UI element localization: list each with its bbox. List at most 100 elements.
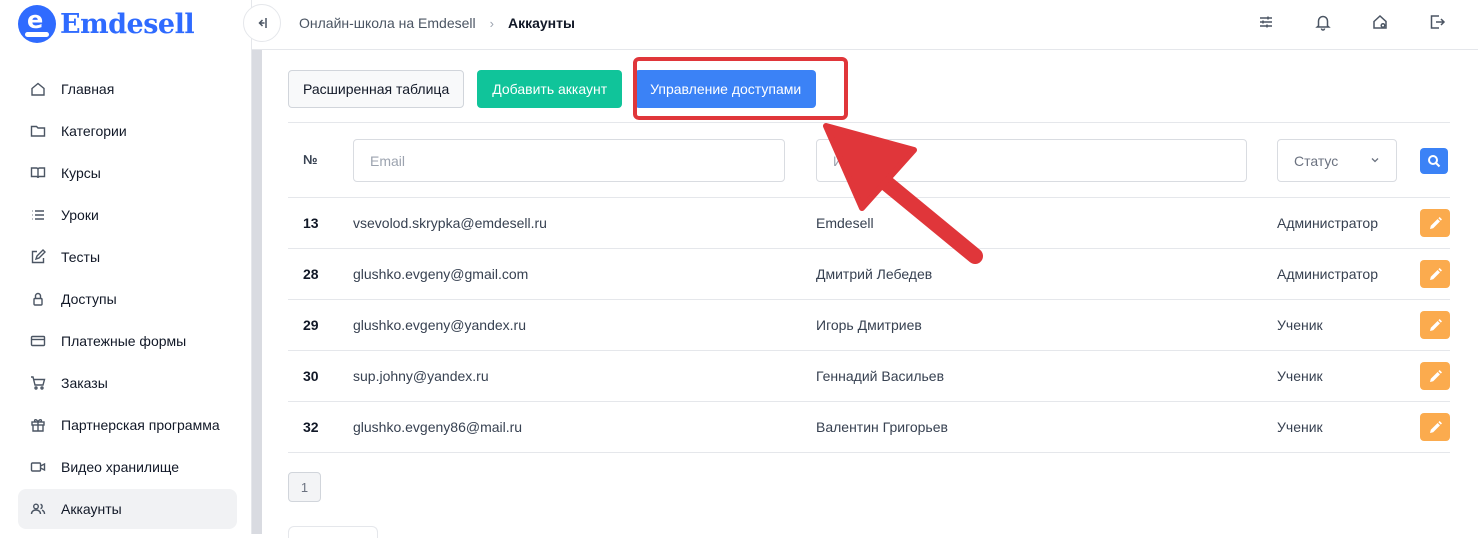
edit-account-button[interactable] [1420,413,1450,441]
number-column-header: № [303,152,318,167]
table-row[interactable]: 32 glushko.evgeny86@mail.ru Валентин Гри… [288,402,1450,453]
breadcrumb: Онлайн-школа на Emdesell › Аккаунты [299,15,575,31]
accounts-table: № Статус 13 vsevolod.skrypka@emdesell.ru… [288,122,1450,453]
home-settings-icon[interactable] [1371,13,1391,33]
sidebar-nav: Главная Категории Курсы Уроки Тесты Дост… [18,69,237,531]
search-button[interactable] [1420,148,1448,174]
row-number: 29 [303,317,319,333]
table-row[interactable]: 28 glushko.evgeny@gmail.com Дмитрий Лебе… [288,249,1450,300]
logo-text: Emdesell [60,8,195,40]
row-name: Валентин Григорьев [816,419,948,435]
name-filter-input[interactable] [816,139,1247,182]
edit-account-button[interactable] [1420,260,1450,288]
search-icon [1428,155,1441,168]
logout-icon[interactable] [1428,13,1448,33]
sidebar-item-orders[interactable]: Заказы [18,363,237,403]
row-role: Ученик [1277,368,1323,384]
bell-icon[interactable] [1314,13,1334,33]
users-icon [30,501,46,517]
bottom-panel-edge [288,526,378,538]
edit-account-button[interactable] [1420,362,1450,390]
sidebar-item-accounts[interactable]: Аккаунты [18,489,237,529]
video-icon [30,459,46,475]
sidebar-item-tests[interactable]: Тесты [18,237,237,277]
sidebar: e Emdesell Главная Категории Курсы Уроки… [0,0,252,534]
logo-icon: e [18,5,56,43]
home-icon [30,81,46,97]
sidebar-item-affiliate[interactable]: Партнерская программа [18,405,237,445]
row-role: Администратор [1277,215,1379,231]
table-row[interactable]: 13 vsevolod.skrypka@emdesell.ru Emdesell… [288,198,1450,249]
row-email: glushko.evgeny86@mail.ru [353,419,523,435]
sidebar-item-lessons[interactable]: Уроки [18,195,237,235]
row-email: vsevolod.skrypka@emdesell.ru [353,215,547,231]
sidebar-item-label: Категории [61,123,127,139]
filter-row: № Статус [288,123,1450,198]
top-header: Онлайн-школа на Emdesell › Аккаунты [243,0,1478,50]
edit-icon [30,249,46,265]
status-filter-select[interactable]: Статус [1277,139,1397,182]
sidebar-item-courses[interactable]: Курсы [18,153,237,193]
row-email: glushko.evgeny@gmail.com [353,266,529,282]
list-icon [30,207,46,223]
sidebar-item-label: Курсы [61,165,101,181]
book-icon [30,165,46,181]
chevron-down-icon [1371,158,1379,163]
sidebar-item-label: Главная [61,81,115,97]
email-filter-input[interactable] [353,139,785,182]
sidebar-scrollbar[interactable] [252,50,262,534]
sidebar-item-label: Тесты [61,249,101,265]
sidebar-collapse-button[interactable] [243,4,281,42]
pencil-icon [1429,420,1442,433]
credit-card-icon [30,333,46,349]
chevron-right-icon: › [489,15,494,31]
sidebar-item-label: Доступы [61,291,117,307]
sidebar-item-payment-forms[interactable]: Платежные формы [18,321,237,361]
sidebar-item-label: Уроки [61,207,99,223]
row-role: Ученик [1277,419,1323,435]
sidebar-item-video-storage[interactable]: Видео хранилище [18,447,237,487]
cart-icon [30,375,46,391]
status-select-value: Статус [1294,152,1339,169]
lock-icon [30,291,46,307]
gift-icon [30,417,46,433]
sidebar-item-label: Партнерская программа [61,417,220,433]
sidebar-item-home[interactable]: Главная [18,69,237,109]
sidebar-item-label: Аккаунты [61,501,122,517]
table-row[interactable]: 30 sup.johny@yandex.ru Геннадий Васильев… [288,351,1450,402]
pencil-icon [1429,369,1442,382]
pencil-icon [1429,318,1442,331]
row-name: Игорь Дмитриев [816,317,922,333]
annotation-highlight-box [633,57,848,120]
edit-account-button[interactable] [1420,209,1450,237]
breadcrumb-school[interactable]: Онлайн-школа на Emdesell [299,15,476,31]
row-number: 28 [303,266,319,282]
row-role: Администратор [1277,266,1379,282]
row-email: glushko.evgeny@yandex.ru [353,317,526,333]
extended-table-button[interactable]: Расширенная таблица [288,70,465,108]
add-account-button[interactable]: Добавить аккаунт [477,70,623,108]
row-name: Дмитрий Лебедев [816,266,933,282]
collapse-left-icon [258,18,267,28]
sidebar-item-access[interactable]: Доступы [18,279,237,319]
sliders-icon[interactable] [1257,13,1277,33]
breadcrumb-current: Аккаунты [507,15,575,31]
header-actions [1220,13,1448,33]
row-name: Геннадий Васильев [816,368,945,384]
table-row[interactable]: 29 glushko.evgeny@yandex.ru Игорь Дмитри… [288,300,1450,351]
sidebar-item-label: Видео хранилище [61,459,180,475]
row-number: 32 [303,419,319,435]
pencil-icon [1429,216,1442,229]
row-number: 30 [303,368,319,384]
sidebar-item-categories[interactable]: Категории [18,111,237,151]
row-role: Ученик [1277,317,1323,333]
pagination-page-button[interactable]: 1 [288,472,321,502]
pencil-icon [1429,267,1442,280]
logo[interactable]: e Emdesell [18,4,195,44]
sidebar-item-label: Заказы [61,375,108,391]
folder-icon [30,123,46,139]
edit-account-button[interactable] [1420,311,1450,339]
sidebar-item-label: Платежные формы [61,333,187,349]
row-number: 13 [303,215,319,231]
row-email: sup.johny@yandex.ru [353,368,489,384]
